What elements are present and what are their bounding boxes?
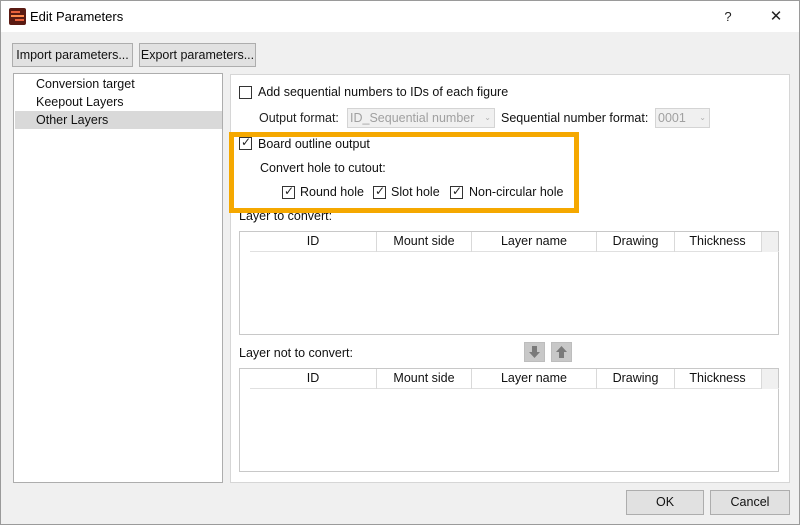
column-header-id[interactable]: ID xyxy=(250,369,377,389)
column-header-drawing[interactable]: Drawing xyxy=(597,232,675,252)
ok-button[interactable]: OK xyxy=(626,490,704,515)
arrow-up-icon xyxy=(556,346,567,358)
close-button[interactable]: ✕ xyxy=(759,1,793,32)
column-header-thickness[interactable]: Thickness xyxy=(675,369,760,389)
table-header: ID Mount side Layer name Drawing Thickne… xyxy=(250,369,779,389)
help-button[interactable]: ? xyxy=(711,1,745,32)
add-seq-checkbox[interactable] xyxy=(239,86,252,99)
combo-arrow-icon: ⌄ xyxy=(699,113,706,122)
combo-arrow-icon: ⌄ xyxy=(484,113,491,122)
layer-not-to-convert-label: Layer not to convert: xyxy=(239,346,353,360)
seq-format-value: 0001 xyxy=(658,111,686,125)
add-seq-label: Add sequential numbers to IDs of each fi… xyxy=(258,85,509,99)
output-format-label: Output format: xyxy=(259,111,339,125)
table-header: ID Mount side Layer name Drawing Thickne… xyxy=(250,232,779,252)
arrow-down-icon xyxy=(529,346,540,358)
layer-to-convert-table[interactable]: ID Mount side Layer name Drawing Thickne… xyxy=(239,231,779,335)
nav-item-keepout-layers[interactable]: Keepout Layers xyxy=(15,93,222,111)
column-header-thickness[interactable]: Thickness xyxy=(675,232,760,252)
seq-format-combo[interactable]: 0001 ⌄ xyxy=(655,108,710,128)
export-parameters-button[interactable]: Export parameters... xyxy=(139,43,256,67)
column-header-layer-name[interactable]: Layer name xyxy=(472,232,597,252)
category-list: Conversion target Keepout Layers Other L… xyxy=(13,73,223,483)
app-icon xyxy=(9,8,26,25)
move-down-button[interactable] xyxy=(524,342,545,362)
highlight-annotation-box xyxy=(229,132,579,213)
title-bar: Edit Parameters ? ✕ xyxy=(1,1,799,32)
nav-item-other-layers[interactable]: Other Layers xyxy=(15,111,222,129)
column-header-mount-side[interactable]: Mount side xyxy=(377,369,472,389)
window-title: Edit Parameters xyxy=(30,9,124,24)
column-header-drawing[interactable]: Drawing xyxy=(597,369,675,389)
nav-item-conversion-target[interactable]: Conversion target xyxy=(15,75,222,93)
column-header-layer-name[interactable]: Layer name xyxy=(472,369,597,389)
edit-parameters-dialog: Edit Parameters ? ✕ Import parameters...… xyxy=(0,0,800,525)
table-scroll-corner xyxy=(761,232,778,252)
column-header-id[interactable]: ID xyxy=(250,232,377,252)
import-parameters-button[interactable]: Import parameters... xyxy=(12,43,133,67)
output-format-combo[interactable]: ID_Sequential number ⌄ xyxy=(347,108,495,128)
output-format-value: ID_Sequential number xyxy=(350,111,475,125)
seq-format-label: Sequential number format: xyxy=(501,111,649,125)
move-up-button[interactable] xyxy=(551,342,572,362)
layer-not-to-convert-table[interactable]: ID Mount side Layer name Drawing Thickne… xyxy=(239,368,779,472)
table-scroll-corner xyxy=(761,369,778,389)
cancel-button[interactable]: Cancel xyxy=(710,490,790,515)
column-header-mount-side[interactable]: Mount side xyxy=(377,232,472,252)
